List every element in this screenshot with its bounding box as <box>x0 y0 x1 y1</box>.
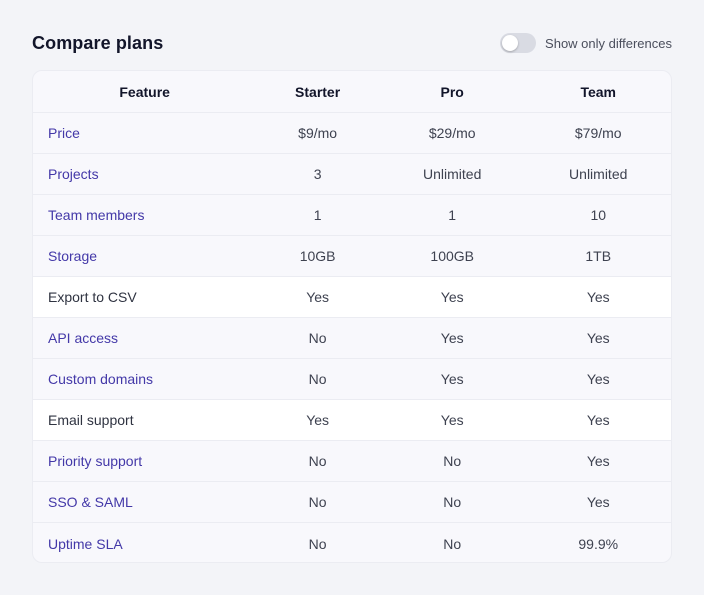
feature-name: Price <box>48 125 80 141</box>
column-header-team: Team <box>580 83 616 100</box>
toggle-knob <box>502 35 519 51</box>
feature-name: Export to CSV <box>48 289 137 305</box>
table-row: Custom domains No Yes Yes <box>33 359 671 400</box>
differences-toggle-switch[interactable] <box>500 33 537 53</box>
pro-value: Yes <box>440 289 464 305</box>
team-value: 10 <box>590 207 607 223</box>
table-row: Storage 10GB 100GB 1TB <box>33 236 671 277</box>
pro-value: Yes <box>440 330 464 346</box>
table-header-row: Feature Starter Pro Team <box>33 71 671 113</box>
column-header-feature: Feature <box>119 83 170 100</box>
pro-value: No <box>443 535 462 552</box>
team-value: $79/mo <box>574 125 622 141</box>
starter-value: Yes <box>306 289 330 305</box>
team-value: Unlimited <box>569 166 628 182</box>
comparison-table: Feature Starter Pro Team Price $9/mo $29/m… <box>32 70 672 563</box>
team-value: 99.9% <box>578 535 619 552</box>
feature-name: SSO & SAML <box>48 494 133 510</box>
starter-value: No <box>308 535 327 552</box>
starter-value: No <box>308 371 327 387</box>
team-value: 1TB <box>585 248 612 264</box>
team-value: Yes <box>586 289 610 305</box>
pro-value: $29/mo <box>428 125 476 141</box>
feature-name: Team members <box>48 207 145 223</box>
feature-name: Custom domains <box>48 371 154 387</box>
feature-name: Storage <box>48 248 98 264</box>
table-row: Uptime SLA No No 99.9% <box>33 523 671 562</box>
pro-value: 1 <box>448 207 457 223</box>
starter-value: 1 <box>313 207 322 223</box>
table-row: Export to CSV Yes Yes Yes <box>33 277 671 318</box>
team-value: Yes <box>586 412 610 428</box>
feature-name: API access <box>48 330 119 346</box>
differences-toggle-control[interactable]: Show only differences <box>500 33 672 53</box>
feature-name: Priority support <box>48 453 143 469</box>
table-body: Price $9/mo $29/mo $79/mo Projects 3 Unlimited… <box>33 113 671 562</box>
table-row: Price $9/mo $29/mo $79/mo <box>33 113 671 154</box>
column-header-starter: Starter <box>295 83 341 100</box>
table-row: Team members 1 1 10 <box>33 195 671 236</box>
pro-value: No <box>443 453 462 469</box>
table-row: Email support Yes Yes Yes <box>33 400 671 441</box>
team-value: Yes <box>586 371 610 387</box>
table-row: Projects 3 Unlimited Unlimited <box>33 154 671 195</box>
column-header-pro: Pro <box>440 83 464 100</box>
starter-value: Yes <box>306 412 330 428</box>
page-title: Compare plans <box>32 33 164 53</box>
table-row: Priority support No No Yes <box>33 441 671 482</box>
differences-toggle-label[interactable]: Show only differences <box>545 36 672 51</box>
team-value: Yes <box>586 494 610 510</box>
starter-value: 10GB <box>299 248 336 264</box>
starter-value: No <box>308 453 327 469</box>
feature-name: Uptime SLA <box>48 535 123 552</box>
page-header: Compare plans Show only differences <box>32 28 672 62</box>
feature-name: Projects <box>48 166 99 182</box>
pro-value: Yes <box>440 371 464 387</box>
starter-value: 3 <box>313 166 322 182</box>
starter-value: $9/mo <box>298 125 338 141</box>
pro-value: 100GB <box>430 248 474 264</box>
team-value: Yes <box>586 330 610 346</box>
team-value: Yes <box>586 453 610 469</box>
starter-value: No <box>308 330 327 346</box>
table-row: API access No Yes Yes <box>33 318 671 359</box>
pro-value: Yes <box>440 412 464 428</box>
feature-name: Email support <box>48 412 134 428</box>
table-row: SSO & SAML No No Yes <box>33 482 671 523</box>
pro-value: No <box>443 494 462 510</box>
starter-value: No <box>308 494 327 510</box>
pro-value: Unlimited <box>423 166 482 182</box>
